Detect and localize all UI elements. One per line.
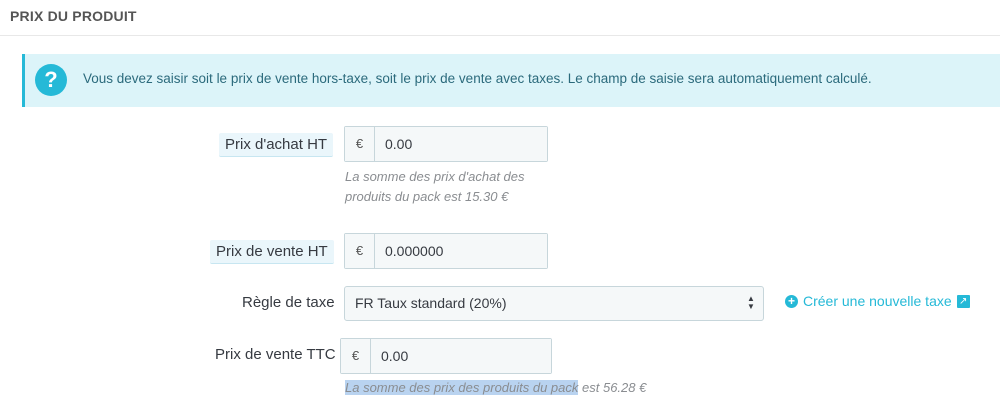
purchase-help-line1: La somme des prix d'achat des	[345, 169, 525, 184]
sale-price-ttc-label: Prix de vente TTC	[215, 346, 336, 363]
panel-heading: PRIX DU PRODUIT	[0, 0, 1000, 36]
create-tax-label: Créer une nouvelle taxe	[803, 293, 952, 309]
currency-addon: €	[345, 127, 375, 161]
sale-price-ttc-help: La somme des prix des produits du pack e…	[345, 378, 646, 398]
sale-price-ht-input[interactable]: 0.000000	[375, 234, 547, 268]
sale-price-ht-label: Prix de vente HT	[210, 240, 334, 264]
help-highlighted-text: La somme des prix des produits du pack	[345, 380, 579, 395]
sale-price-ttc-input[interactable]: 0.00	[371, 339, 551, 373]
panel-title: PRIX DU PRODUIT	[10, 8, 137, 24]
purchase-help-line2: produits du pack est 15.30 €	[345, 189, 509, 204]
purchase-price-help: La somme des prix d'achat des produits d…	[345, 167, 525, 207]
chevron-up-down-icon: ▲ ▼	[747, 294, 755, 311]
plus-circle-icon: +	[785, 294, 798, 308]
tax-rule-label: Règle de taxe	[242, 294, 335, 311]
alert-text: Vous devez saisir soit le prix de vente …	[83, 71, 872, 86]
currency-addon: €	[341, 339, 371, 373]
tax-rule-selected: FR Taux standard (20%)	[355, 295, 507, 311]
purchase-price-label: Prix d'achat HT	[219, 133, 334, 157]
help-rest-text: est 56.28 €	[578, 380, 647, 395]
currency-addon: €	[345, 234, 375, 268]
purchase-price-input[interactable]: 0.00	[375, 127, 547, 161]
sale-price-ttc-group: € 0.00	[340, 338, 552, 374]
info-alert: ? Vous devez saisir soit le prix de vent…	[22, 54, 1000, 107]
purchase-price-group: € 0.00	[344, 126, 548, 162]
create-tax-link[interactable]: + Créer une nouvelle taxe ↗	[785, 293, 970, 309]
external-link-icon: ↗	[956, 294, 970, 308]
sale-price-ht-group: € 0.000000	[344, 233, 548, 269]
question-circle-icon: ?	[35, 64, 67, 96]
tax-rule-select[interactable]: FR Taux standard (20%) ▲ ▼	[344, 286, 764, 321]
